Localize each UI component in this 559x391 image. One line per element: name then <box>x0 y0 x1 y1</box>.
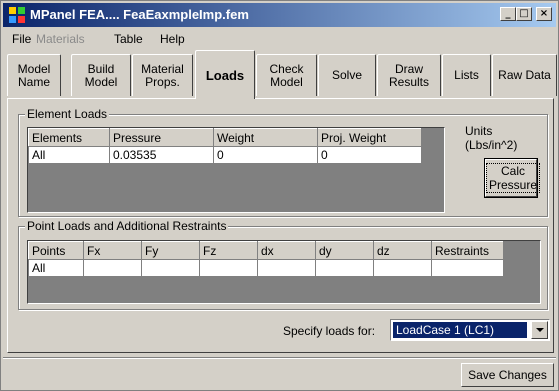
column-header[interactable]: Fz <box>199 241 258 260</box>
calc-line: Pressure <box>489 178 538 192</box>
main-window: MPanel FEA.... FeaEaxmpleImp.fem _ □ × F… <box>0 0 559 391</box>
divider <box>3 357 556 359</box>
column-header[interactable]: Fx <box>83 241 142 260</box>
tab-material-props[interactable]: Material Props. <box>132 54 193 96</box>
tab-raw-data[interactable]: Raw Data <box>492 54 557 96</box>
menu-materials[interactable]: Materials <box>36 32 85 46</box>
point-loads-grid: Points Fx Fy Fz dx dy dz Restraints All <box>27 240 541 304</box>
close-button[interactable]: × <box>536 7 552 21</box>
tab-label: Model Name <box>17 61 51 89</box>
tab-label: Build Model <box>84 61 118 89</box>
header-row: Points Fx Fy Fz dx dy dz Restraints <box>28 241 504 260</box>
load-case-selected: LoadCase 1 (LC1) <box>393 322 527 338</box>
menu-bar: File Materials Table Help <box>3 30 556 48</box>
specify-loads-label: Specify loads for: <box>283 324 376 338</box>
menu-file[interactable]: File <box>12 32 31 46</box>
column-header[interactable]: Fy <box>141 241 200 260</box>
app-icon <box>9 7 25 23</box>
save-changes-button[interactable]: Save Changes <box>461 363 554 387</box>
tab-loads[interactable]: Loads <box>195 50 255 99</box>
calc-line: Calc <box>501 164 526 178</box>
table-cell[interactable] <box>199 259 258 277</box>
element-loads-grid: Elements Pressure Weight Proj. Weight Al… <box>27 127 445 213</box>
tab-label: Draw Results <box>388 61 429 89</box>
table-cell[interactable] <box>431 259 504 277</box>
element-loads-table: Elements Pressure Weight Proj. Weight Al… <box>28 128 422 164</box>
table-row: All 0.03535 0 0 <box>28 146 422 164</box>
table-cell[interactable]: 0.03535 <box>109 146 214 164</box>
column-header[interactable]: Restraints <box>431 241 504 260</box>
column-header[interactable]: Proj. Weight <box>317 128 422 147</box>
tab-lists[interactable]: Lists <box>442 54 491 96</box>
column-header[interactable]: dz <box>373 241 432 260</box>
load-case-select[interactable]: LoadCase 1 (LC1) <box>390 319 550 341</box>
menu-help[interactable]: Help <box>160 32 185 46</box>
units-value: (Lbs/in^2) <box>465 138 518 152</box>
units-line: Units <box>465 124 493 138</box>
minimize-button[interactable]: _ <box>500 7 516 21</box>
tab-label: Lists <box>454 68 479 82</box>
tab-model-name[interactable]: Model Name <box>7 54 61 96</box>
chevron-down-icon[interactable] <box>531 321 548 339</box>
title-bar[interactable]: MPanel FEA.... FeaEaxmpleImp.fem _ □ × <box>3 3 556 27</box>
tab-check-model[interactable]: Check Model <box>256 54 317 96</box>
point-loads-title: Point Loads and Additional Restraints <box>25 219 229 233</box>
column-header[interactable]: Points <box>28 241 84 260</box>
maximize-button[interactable]: □ <box>516 7 532 21</box>
table-cell[interactable]: 0 <box>317 146 422 164</box>
table-cell[interactable] <box>315 259 374 277</box>
table-cell[interactable] <box>83 259 142 277</box>
tab-draw-results[interactable]: Draw Results <box>377 54 441 96</box>
point-loads-group: Point Loads and Additional Restraints Po… <box>18 219 548 310</box>
table-cell[interactable]: All <box>28 146 110 164</box>
tab-label: Solve <box>331 68 363 82</box>
tab-build-model[interactable]: Build Model <box>71 54 131 96</box>
calc-pressure-button[interactable]: Calc Pressure <box>484 158 541 198</box>
menu-table[interactable]: Table <box>114 32 143 46</box>
column-header[interactable]: dx <box>257 241 316 260</box>
tab-label: Raw Data <box>498 68 551 82</box>
element-loads-title: Element Loads <box>25 107 110 121</box>
column-header[interactable]: Weight <box>213 128 318 147</box>
units-label: Units (Lbs/in^2) <box>465 124 517 152</box>
table-row: All <box>28 259 504 277</box>
tab-solve[interactable]: Solve <box>318 54 376 96</box>
tab-label: Loads <box>205 67 245 83</box>
calc-pressure-caption: Calc Pressure <box>486 163 541 193</box>
table-cell[interactable]: 0 <box>213 146 318 164</box>
window-title: MPanel FEA.... FeaEaxmpleImp.fem <box>30 7 249 22</box>
tab-strip: Model Name Build Model Material Props. L… <box>3 49 558 99</box>
tab-label: Material Props. <box>141 61 184 89</box>
column-header[interactable]: dy <box>315 241 374 260</box>
table-cell[interactable] <box>373 259 432 277</box>
element-loads-group: Element Loads Elements Pressure Weight P… <box>18 107 548 217</box>
tab-label: Check Model <box>269 61 304 89</box>
header-row: Elements Pressure Weight Proj. Weight <box>28 128 422 147</box>
table-cell[interactable] <box>257 259 316 277</box>
table-cell[interactable]: All <box>28 259 84 277</box>
column-header[interactable]: Pressure <box>109 128 214 147</box>
loads-panel: Element Loads Elements Pressure Weight P… <box>7 98 554 353</box>
point-loads-table: Points Fx Fy Fz dx dy dz Restraints All <box>28 241 504 277</box>
column-header[interactable]: Elements <box>28 128 110 147</box>
table-cell[interactable] <box>141 259 200 277</box>
